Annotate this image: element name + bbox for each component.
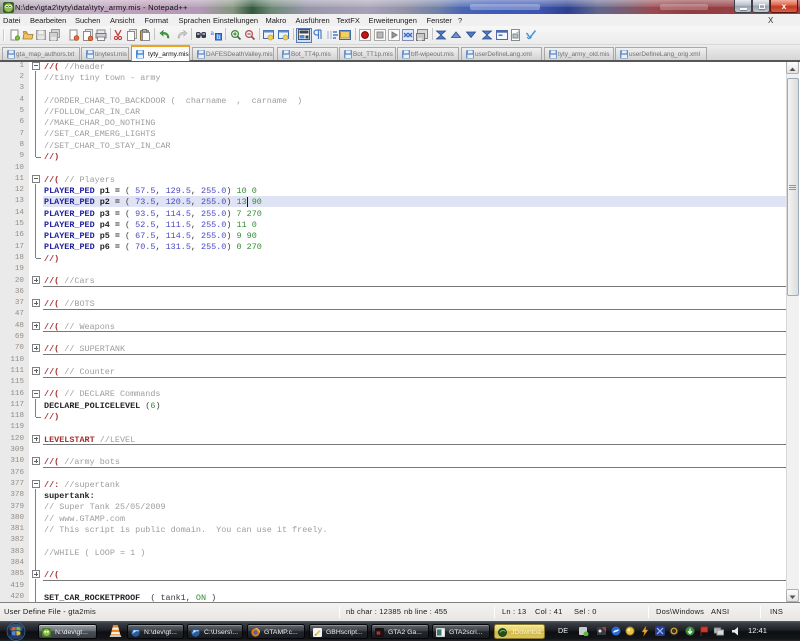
svg-text:a: a bbox=[211, 31, 215, 37]
svg-text:G: G bbox=[377, 630, 380, 635]
